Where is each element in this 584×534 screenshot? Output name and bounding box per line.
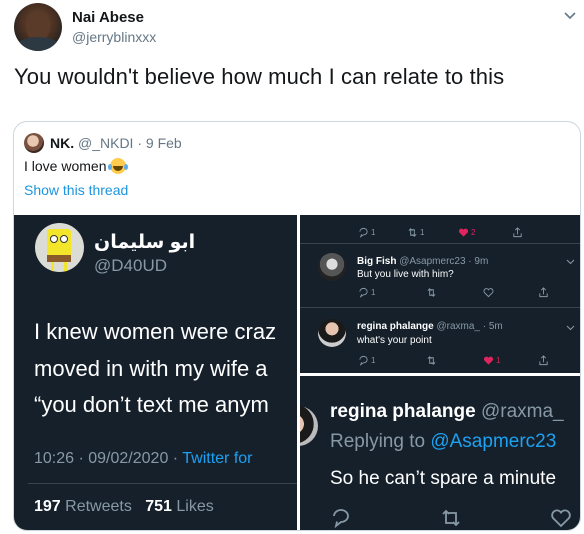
retweet-icon bbox=[408, 228, 417, 237]
reply1-author: Big Fish @Asapmerc23 · 9m bbox=[357, 256, 488, 267]
divider bbox=[28, 483, 297, 484]
reply2-handle-time: @raxma_ · 5m bbox=[436, 321, 503, 332]
heart-outline-icon bbox=[483, 288, 494, 298]
heart-icon bbox=[483, 356, 494, 365]
reply-action: 1 bbox=[358, 227, 375, 238]
retweet-icon bbox=[427, 356, 436, 365]
replying-to-handle: @Asapmerc23 bbox=[430, 431, 557, 452]
heart-icon bbox=[458, 228, 469, 237]
tweet-text: You wouldn't believe how much I can rela… bbox=[14, 64, 505, 89]
like-action: 1 bbox=[483, 355, 500, 366]
replying-to-label: Replying to bbox=[330, 431, 426, 452]
media-bottom-right-panel: regina phalange @raxma_ Replying to @Asa… bbox=[300, 376, 580, 530]
retweet-action: 1 bbox=[407, 227, 424, 238]
media-text-line-2: moved in with my wife a bbox=[34, 356, 268, 381]
retweet-count: 1 bbox=[420, 228, 425, 237]
likes-count: 751 bbox=[145, 498, 172, 515]
share-icon bbox=[513, 227, 522, 238]
quoted-media[interactable]: ابو سليمان @D40UD I knew women were craz… bbox=[14, 215, 580, 530]
reply1-avatar bbox=[318, 253, 346, 281]
laughing-emoji-icon bbox=[108, 158, 127, 174]
media-author-handle: @D40UD bbox=[94, 256, 167, 275]
quoted-avatar bbox=[24, 133, 44, 153]
main-avatar[interactable] bbox=[14, 3, 62, 51]
retweet-icon bbox=[427, 288, 436, 297]
share-action bbox=[538, 355, 549, 366]
retweets-count: 197 bbox=[34, 498, 61, 515]
heart-outline-icon bbox=[551, 509, 571, 528]
reply-count: 1 bbox=[371, 356, 376, 365]
reply-detail-handle: @raxma_ bbox=[480, 401, 564, 422]
author-name[interactable]: Nai Abese bbox=[72, 9, 144, 26]
reply-detail-text: So he can’t spare a minute bbox=[330, 468, 557, 489]
reply-icon bbox=[359, 227, 368, 238]
retweet-action bbox=[426, 355, 437, 366]
like-count: 1 bbox=[496, 356, 501, 365]
media-author-name: ابو سليمان bbox=[94, 232, 196, 253]
like-action bbox=[483, 287, 494, 298]
reply2-name: regina phalange bbox=[357, 321, 434, 332]
author-handle[interactable]: @jerryblinxxx bbox=[72, 29, 156, 45]
quoted-text: I love women bbox=[24, 158, 107, 174]
retweets-label: Retweets bbox=[65, 498, 132, 515]
like-action: 2 bbox=[458, 227, 475, 238]
divider bbox=[300, 307, 580, 308]
chevron-down-icon[interactable] bbox=[563, 8, 577, 22]
quoted-tweet-card[interactable]: NK. @_NKDI · 9 Feb I love women Show thi… bbox=[13, 121, 581, 531]
share-icon bbox=[539, 287, 548, 298]
share-action bbox=[538, 287, 549, 298]
reply-action: 1 bbox=[358, 355, 375, 366]
reply-count: 1 bbox=[371, 288, 376, 297]
reply2-avatar bbox=[318, 319, 346, 347]
media-text-line-1: I knew women were craz bbox=[34, 319, 277, 344]
spongebob-avatar bbox=[35, 223, 84, 272]
media-timestamp: 10:26 · 09/02/2020 · Twitter for bbox=[34, 450, 253, 468]
reply2-author: regina phalange @raxma_ · 5m bbox=[357, 321, 503, 332]
media-source: Twitter for bbox=[182, 450, 253, 467]
media-top-right-panel: 1 1 2 Big Fish @Asapmerc23 · 9m But you … bbox=[300, 215, 580, 373]
replying-to: Replying to @Asapmerc23 bbox=[330, 431, 556, 453]
reply-action: 1 bbox=[358, 287, 375, 298]
reply-count: 1 bbox=[371, 228, 376, 237]
share-icon bbox=[539, 355, 548, 366]
chevron-down-icon bbox=[566, 259, 575, 265]
reply-icon bbox=[359, 355, 368, 366]
show-thread-link[interactable]: Show this thread bbox=[24, 182, 128, 198]
likes-label: Likes bbox=[176, 498, 214, 515]
quoted-author-name: NK. bbox=[50, 135, 75, 151]
reply-icon bbox=[359, 287, 368, 298]
reply-detail-name: regina phalange bbox=[330, 401, 476, 422]
media-text-line-3: “you don’t text me anym bbox=[34, 392, 269, 417]
like-count: 2 bbox=[471, 228, 476, 237]
retweet-icon bbox=[442, 509, 460, 527]
media-time-date: 10:26 · 09/02/2020 · bbox=[34, 450, 183, 467]
reply1-handle-time: @Asapmerc23 · 9m bbox=[399, 256, 489, 267]
chevron-down-icon bbox=[566, 325, 575, 331]
share-action bbox=[512, 227, 523, 238]
media-left-panel: ابو سليمان @D40UD I knew women were craz… bbox=[14, 215, 297, 530]
reply1-name: Big Fish bbox=[357, 256, 397, 267]
avatar-shoulders bbox=[16, 37, 60, 51]
reply-detail-avatar bbox=[300, 406, 318, 446]
reply-icon bbox=[333, 509, 349, 529]
reply-detail-author: regina phalange @raxma_ bbox=[330, 401, 564, 423]
quoted-handle-date: @_NKDI · 9 Feb bbox=[78, 135, 182, 151]
reply1-text: But you live with him? bbox=[357, 269, 454, 280]
divider bbox=[300, 243, 580, 244]
media-stats: 197 Retweets 751 Likes bbox=[34, 498, 214, 516]
retweet-action bbox=[426, 287, 437, 298]
reply2-text: what's your point bbox=[357, 335, 432, 346]
quoted-text-row: I love women bbox=[24, 158, 127, 174]
